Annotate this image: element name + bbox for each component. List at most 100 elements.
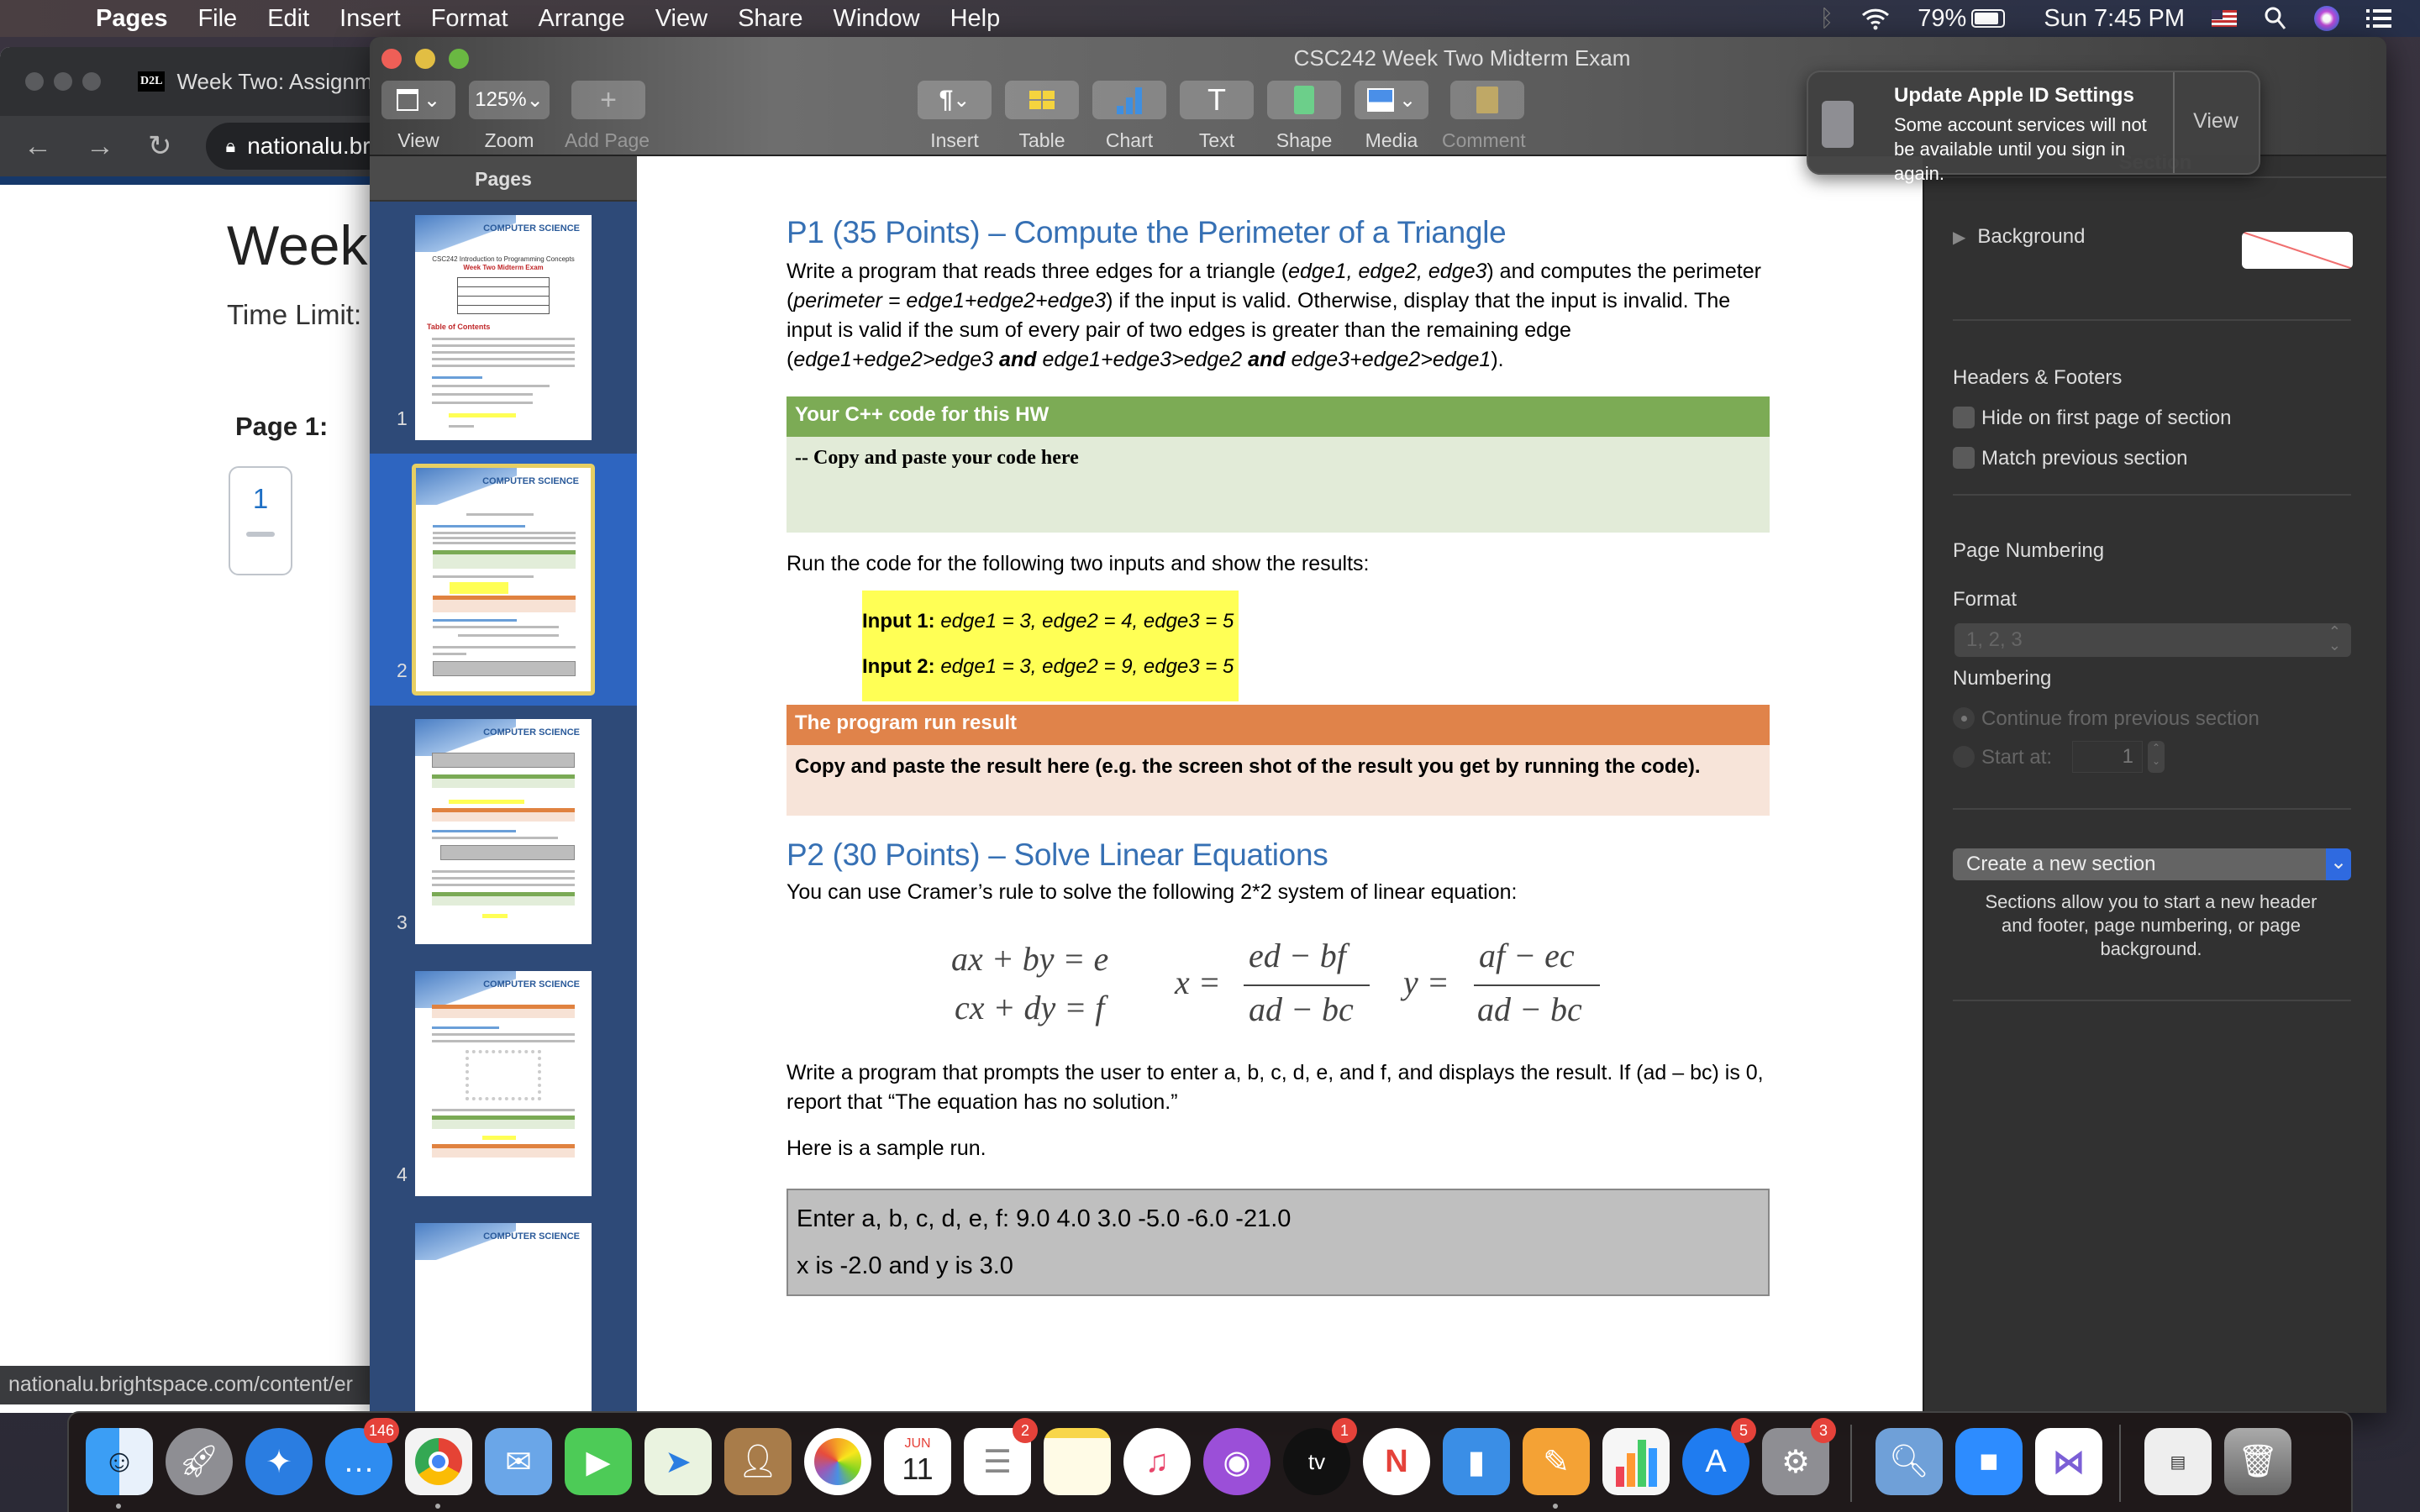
dock-maps[interactable]: ➤ xyxy=(644,1428,712,1495)
comment-button[interactable]: Comment xyxy=(1442,81,1526,152)
flag-icon[interactable] xyxy=(2212,10,2237,27)
dock-photos[interactable] xyxy=(804,1428,871,1495)
dock-notes[interactable] xyxy=(1044,1428,1111,1495)
siri-icon[interactable] xyxy=(2314,6,2339,31)
address-bar[interactable]: 🔒︎ nationalu.br xyxy=(205,123,395,170)
dock-numbers[interactable] xyxy=(1602,1428,1670,1495)
menu-help[interactable]: Help xyxy=(950,5,1001,33)
menu-view[interactable]: View xyxy=(655,5,708,33)
zoom-dropdown[interactable]: 125% ⌄ Zoom xyxy=(469,81,550,152)
forward-icon[interactable]: → xyxy=(86,130,114,163)
zoom-button[interactable] xyxy=(82,72,101,91)
dock-system-preferences[interactable]: ⚙︎ 3 xyxy=(1762,1418,1836,1495)
result-box-body[interactable]: Copy and paste the result here (e.g. the… xyxy=(786,745,1770,816)
page-thumbnail-5[interactable]: COMPUTER SCIENCE xyxy=(370,1210,637,1413)
dock-messages[interactable]: … 146 xyxy=(325,1418,399,1495)
menu-arrange[interactable]: Arrange xyxy=(539,5,625,33)
code-box[interactable]: Your C++ code for this HW -- Copy and pa… xyxy=(786,396,1770,533)
result-box[interactable]: The program run result Copy and paste th… xyxy=(786,705,1770,816)
dock-facetime[interactable]: ▶︎ xyxy=(565,1428,632,1495)
bluetooth-icon[interactable]: ᛒ xyxy=(1819,5,1833,32)
dock-chrome[interactable] xyxy=(405,1428,472,1509)
media-button[interactable]: ⌄ Media xyxy=(1355,81,1428,152)
dock-finder[interactable]: ☺ xyxy=(86,1428,153,1509)
minimize-button[interactable] xyxy=(54,72,72,91)
hide-first-page-checkbox[interactable]: Hide on first page of section xyxy=(1953,407,2232,430)
document-canvas[interactable]: P1 (35 Points) – Compute the Perimeter o… xyxy=(637,156,1923,1413)
menu-file[interactable]: File xyxy=(197,5,237,33)
continue-radio[interactable]: Continue from previous section xyxy=(1953,707,2260,731)
menu-window[interactable]: Window xyxy=(833,5,919,33)
page-number-button[interactable]: 1 xyxy=(229,466,292,575)
back-icon[interactable]: ← xyxy=(24,130,52,163)
format-select[interactable]: 1, 2, 3 ⌃ ⌄ xyxy=(1954,623,2351,657)
dock-reminders[interactable]: ☰ 2 xyxy=(964,1418,1038,1495)
start-at-stepper[interactable]: ⌃ ⌄ xyxy=(2148,741,2165,773)
checkbox[interactable] xyxy=(1953,447,1975,469)
menu-insert[interactable]: Insert xyxy=(339,5,401,33)
match-previous-checkbox[interactable]: Match previous section xyxy=(1953,447,2187,470)
menu-edit[interactable]: Edit xyxy=(267,5,309,33)
page-thumbnail-2[interactable]: COMPUTER SCIENCE 2 xyxy=(370,454,637,706)
radio-button[interactable] xyxy=(1953,746,1975,768)
chart-icon xyxy=(1117,86,1142,114)
reload-icon[interactable]: ↻ xyxy=(148,129,172,163)
create-section-button[interactable]: Create a new section ⌄ xyxy=(1953,848,2351,880)
menu-bar: Pages File Edit Insert Format Arrange Vi… xyxy=(0,0,2420,37)
menu-app-name[interactable]: Pages xyxy=(96,5,167,33)
dock-podcasts[interactable]: ◉ xyxy=(1203,1428,1270,1495)
window-title: CSC242 Week Two Midterm Exam xyxy=(1293,45,1631,71)
chevron-down-icon: ⌄ xyxy=(526,88,544,112)
background-disclosure[interactable]: ▶ Background xyxy=(1953,225,2085,249)
view-button[interactable]: ⌄ View xyxy=(381,81,455,152)
dock-music[interactable]: ♫ xyxy=(1123,1428,1191,1495)
dock-contacts[interactable]: 👤︎ xyxy=(724,1428,792,1495)
badge: 1 xyxy=(1332,1418,1357,1443)
dock-app-store[interactable]: A5 xyxy=(1682,1418,1756,1495)
dock-calendar[interactable]: JUN 11 xyxy=(884,1428,951,1495)
calendar-month: JUN xyxy=(904,1436,931,1451)
start-at-field[interactable]: 1 xyxy=(2072,741,2143,773)
code-box-body[interactable]: -- Copy and paste your code here xyxy=(786,437,1770,533)
menu-share[interactable]: Share xyxy=(738,5,802,33)
dock-safari[interactable]: ✦ xyxy=(245,1428,313,1495)
dock-mail[interactable]: ✉︎ xyxy=(485,1428,552,1495)
dock-keynote[interactable]: ▮ xyxy=(1443,1428,1510,1495)
spotlight-icon[interactable] xyxy=(2264,6,2287,31)
dock-pages[interactable]: ✎ xyxy=(1523,1428,1590,1509)
page-thumbnail-3[interactable]: COMPUTER SCIENCE 3 xyxy=(370,706,637,958)
document-page[interactable]: P1 (35 Points) – Compute the Perimeter o… xyxy=(786,156,1770,1296)
chart-button[interactable]: Chart xyxy=(1092,81,1166,152)
dock-tv[interactable]: tv 1 xyxy=(1283,1418,1357,1495)
start-at-radio[interactable]: Start at: xyxy=(1953,746,2052,769)
add-page-button[interactable]: + Add Page xyxy=(565,81,650,152)
dock-preview[interactable]: 🔍︎ xyxy=(1876,1428,1943,1495)
notification-center-icon[interactable] xyxy=(2366,8,2391,29)
thumbnail-logo: COMPUTER SCIENCE xyxy=(483,979,580,990)
table-button[interactable]: Table xyxy=(1005,81,1079,152)
dock-visual-studio[interactable]: ⋈ xyxy=(2035,1428,2102,1495)
browser-tab-bar: D2L Week Two: Assignm xyxy=(0,47,395,116)
run-instructions: Run the code for the following two input… xyxy=(786,552,1370,575)
text-button[interactable]: T Text xyxy=(1180,81,1254,152)
background-color-well[interactable] xyxy=(2242,232,2353,269)
radio-button[interactable] xyxy=(1953,707,1975,729)
notification-banner[interactable]: Update Apple ID Settings Some account se… xyxy=(1807,71,2260,184)
shape-button[interactable]: Shape xyxy=(1267,81,1341,152)
page-thumbnail-1[interactable]: COMPUTER SCIENCE CSC242 Introduction to … xyxy=(370,202,637,454)
battery-icon[interactable] xyxy=(1971,9,2006,28)
dock-document-stack[interactable]: ▤ xyxy=(2144,1428,2212,1495)
dock-news[interactable]: N xyxy=(1363,1428,1430,1495)
dock-trash[interactable]: 🗑︎ xyxy=(2224,1428,2291,1495)
dock-launchpad[interactable]: 🚀︎ xyxy=(166,1428,233,1495)
dock-zoom[interactable]: ■ xyxy=(1955,1428,2023,1495)
checkbox[interactable] xyxy=(1953,407,1975,428)
browser-tab-title[interactable]: Week Two: Assignm xyxy=(176,69,372,95)
close-button[interactable] xyxy=(25,72,44,91)
notification-view-button[interactable]: View xyxy=(2173,109,2259,134)
clock[interactable]: Sun 7:45 PM xyxy=(2044,5,2185,33)
insert-button[interactable]: ¶ ⌄ Insert xyxy=(918,81,992,152)
page-thumbnail-4[interactable]: COMPUTER SCIENCE 4 xyxy=(370,958,637,1210)
menu-format[interactable]: Format xyxy=(431,5,508,33)
wifi-icon[interactable] xyxy=(1860,6,1891,31)
